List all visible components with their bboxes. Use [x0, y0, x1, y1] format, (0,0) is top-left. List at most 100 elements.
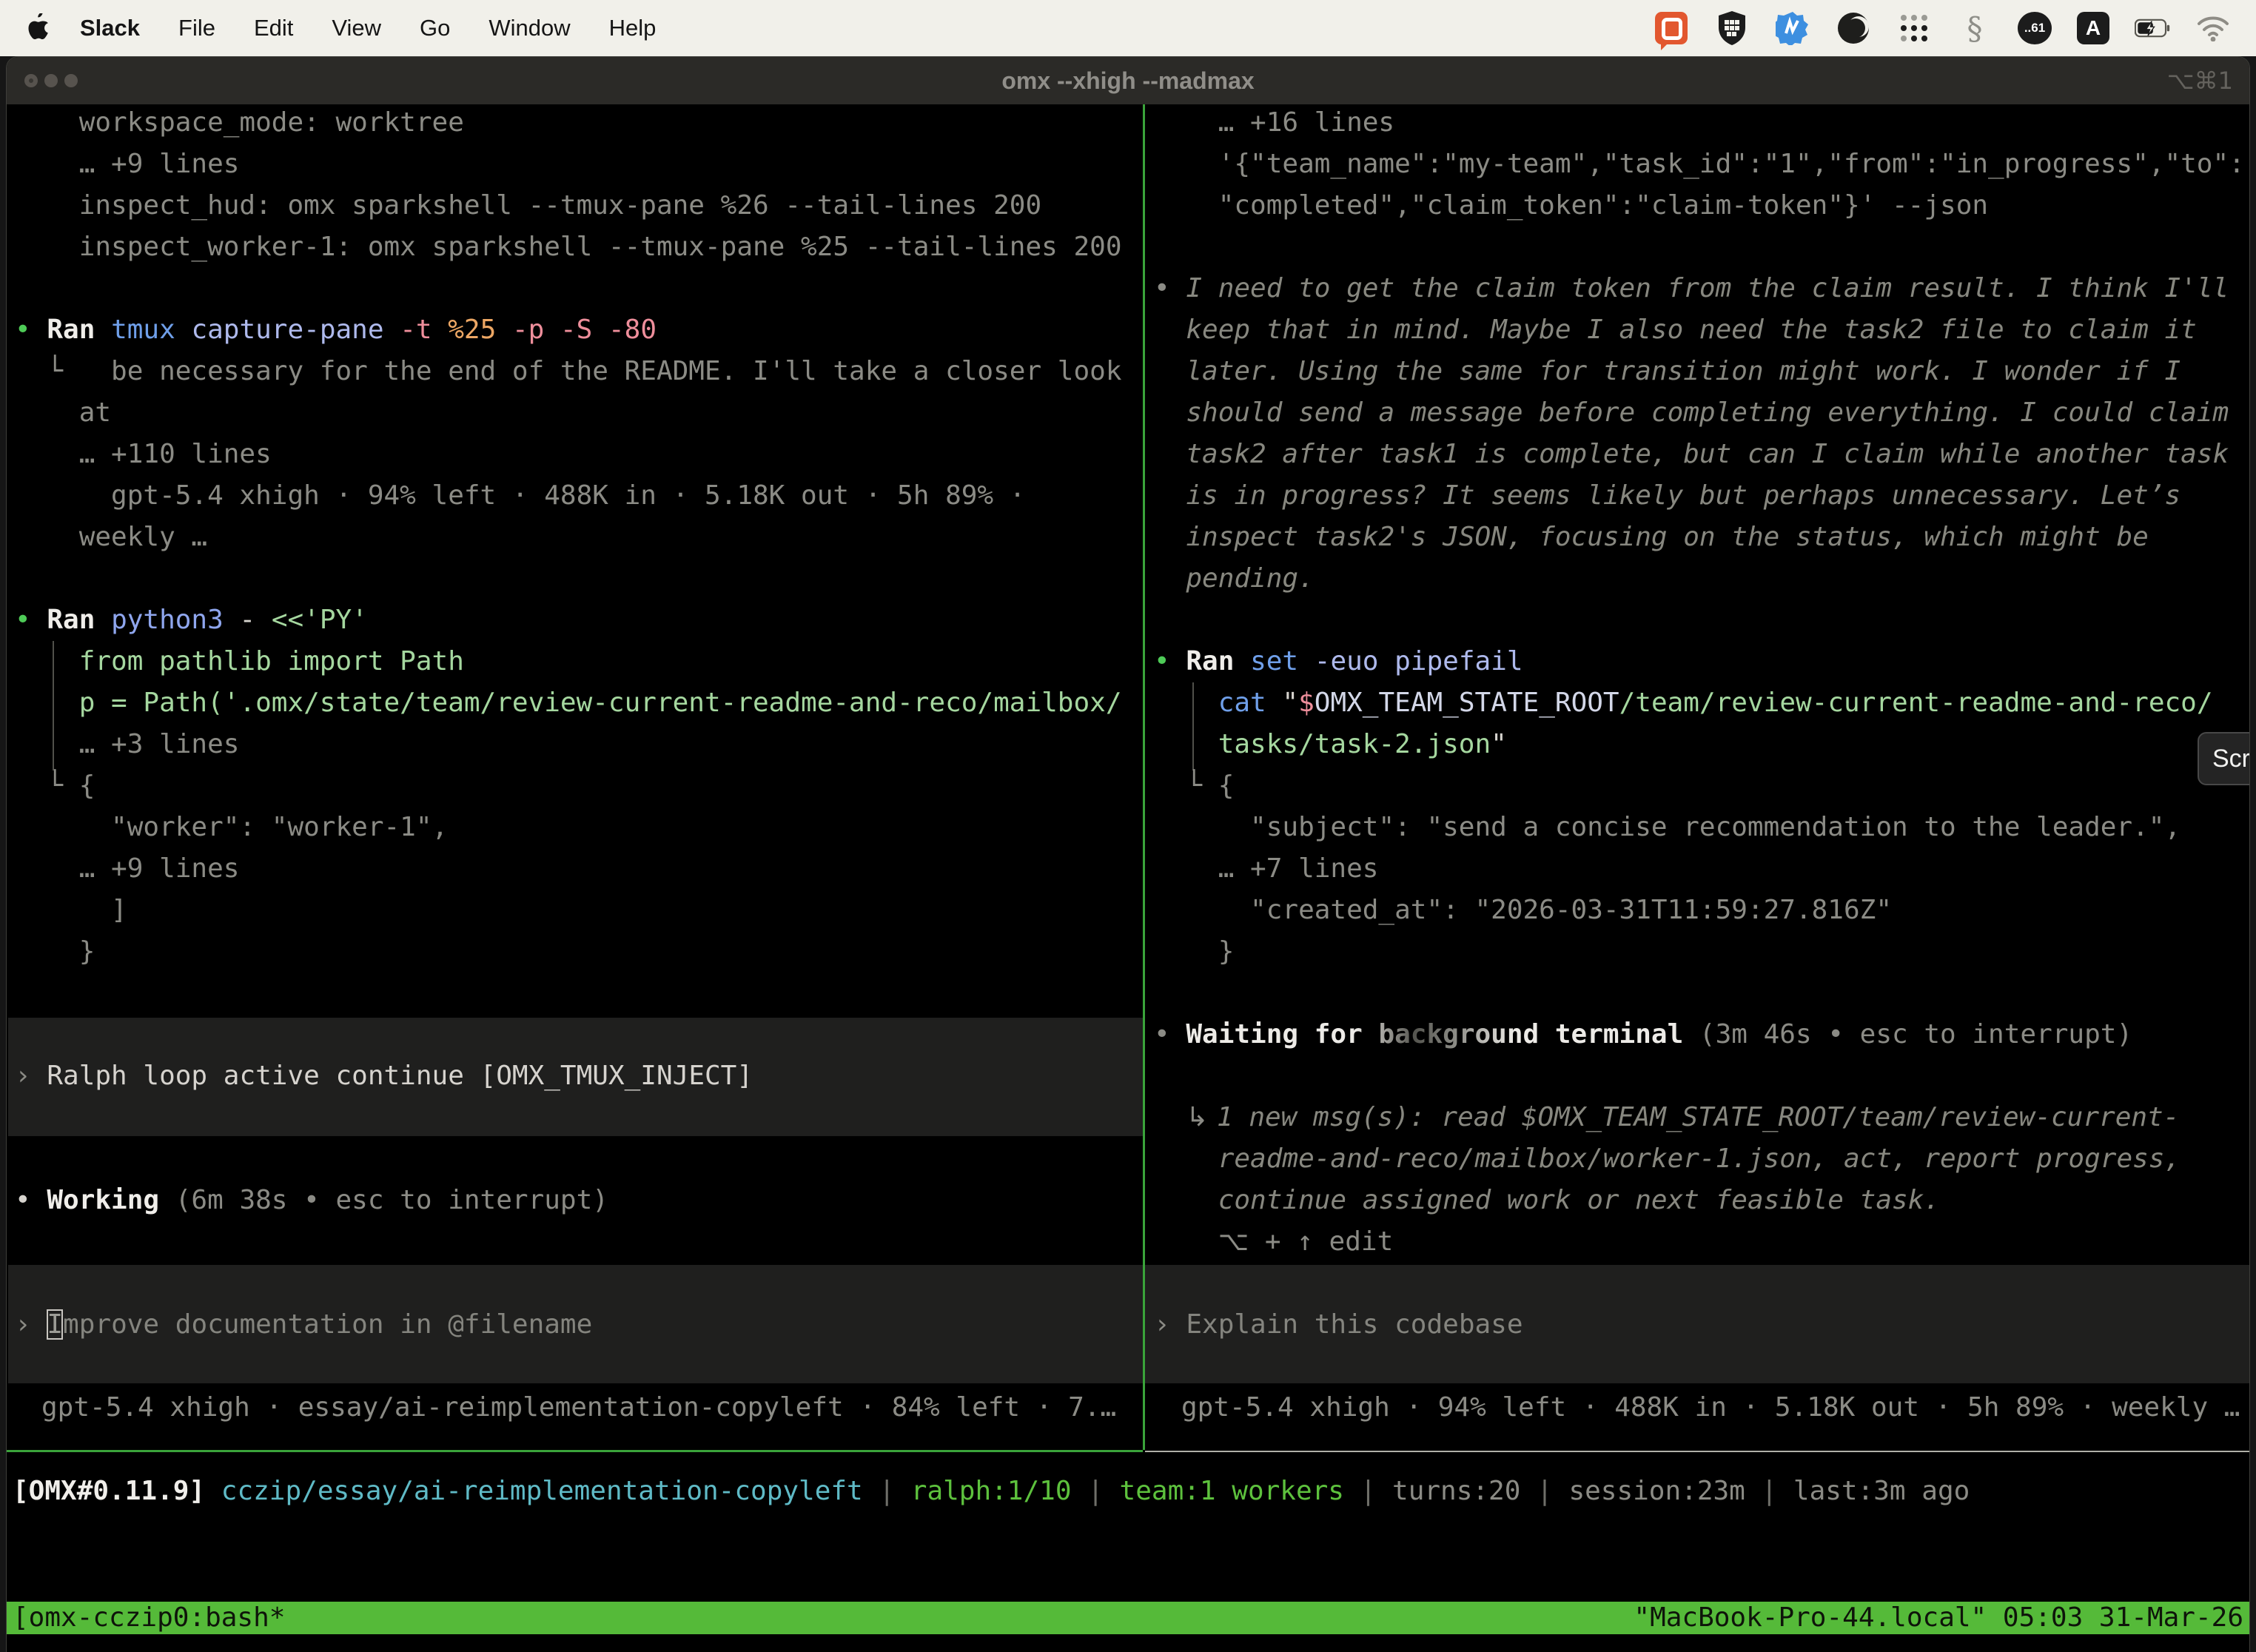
terminal-line: └ be necessary for the end of the README…: [15, 351, 1122, 392]
text-segment: Ralph loop active continue [OMX_TMUX_INJ…: [47, 1061, 753, 1091]
pane-divider-vertical[interactable]: [1143, 104, 1145, 1450]
prompt-input-line[interactable]: › Explain this codebase: [1154, 1304, 1523, 1346]
text-segment: inspect task2's JSON, focusing on the st…: [1186, 522, 2148, 552]
terminal-line: workspace_mode: worktree: [15, 104, 464, 144]
terminal-line: inspect_hud: omx sparkshell --tmux-pane …: [15, 185, 1041, 226]
minimize-button[interactable]: [44, 74, 58, 87]
chat-bubble-icon[interactable]: [1654, 10, 1689, 46]
menu-item-help[interactable]: Help: [609, 15, 657, 41]
text-segment: /team/review-current-readme-and-reco/: [1619, 688, 2213, 718]
terminal-line: • Ran tmux capture-pane -t %25 -p -S -80: [15, 309, 657, 351]
terminal-line: '{"team_name":"my-team","task_id":"1","f…: [1154, 144, 2245, 185]
crescent-circle-icon[interactable]: [1836, 10, 1871, 46]
terminal-content: workspace_mode: worktree … +9 lines insp…: [7, 104, 2249, 1652]
input-placeholder: Explain this codebase: [1186, 1309, 1523, 1340]
active-app-name[interactable]: Slack: [80, 15, 140, 41]
text-segment: is in progress? It seems likely but perh…: [1186, 480, 2181, 511]
text-segment: [1154, 1102, 1186, 1132]
pane-divider-horizontal-right[interactable]: [1145, 1451, 2249, 1452]
terminal-line: }: [15, 931, 95, 973]
text-segment: ralph:1/10: [911, 1476, 1072, 1506]
text-segment: [1154, 397, 1186, 428]
text-segment: [1154, 688, 1218, 718]
text-segment: continue assigned work or next feasible …: [1218, 1185, 1940, 1215]
text-segment: 1 new msg(s): read $OMX_TEAM_STATE_ROOT/…: [1217, 1102, 2179, 1132]
menu-item-edit[interactable]: Edit: [254, 15, 293, 41]
terminal-line: … +9 lines: [15, 144, 239, 185]
text-segment: turns:20: [1392, 1476, 1520, 1506]
text-segment: + ↑ edit: [1249, 1226, 1393, 1257]
window-title-bar[interactable]: omx --xhigh --madmax ⌥⌘1: [7, 57, 2249, 104]
text-segment: [1154, 480, 1186, 511]
tmux-session-label[interactable]: [omx-cczip0:bash*: [13, 1602, 285, 1634]
terminal-line: … +3 lines: [15, 724, 239, 765]
terminal-line: cat "$OMX_TEAM_STATE_ROOT/team/review-cu…: [1154, 682, 2213, 724]
window-title: omx --xhigh --madmax: [7, 57, 2249, 104]
terminal-window: omx --xhigh --madmax ⌥⌘1 workspace_mode:…: [6, 56, 2250, 1652]
text-segment: '{"team_name":"my-team","task_id":"1","f…: [1154, 149, 2245, 179]
zoom-button[interactable]: [64, 74, 78, 87]
menu-item-file[interactable]: File: [178, 15, 215, 41]
screen-tooltip: Scre: [2198, 732, 2249, 785]
text-segment: ": [1491, 729, 1507, 759]
close-button[interactable]: [24, 74, 38, 87]
apple-icon[interactable]: [25, 13, 50, 43]
terminal-line: is in progress? It seems likely but perh…: [1154, 475, 2181, 517]
text-segment: [1154, 315, 1186, 345]
text-segment: %25: [448, 315, 512, 345]
terminal-line: readme-and-reco/mailbox/worker-1.json, a…: [1154, 1138, 2181, 1180]
text-segment: -euo pipefail: [1315, 646, 1523, 676]
text-segment: "created_at": "2026-03-31T11:59:27.816Z": [1154, 895, 1892, 925]
badge-61-icon[interactable]: ..61: [2018, 12, 2052, 44]
text-segment: Ran: [47, 605, 111, 635]
text-segment: -p -S -80: [512, 315, 657, 345]
session-status-line: gpt-5.4 xhigh · 94% left · 488K in · 5.1…: [1181, 1387, 2240, 1428]
text-segment: }: [15, 936, 95, 967]
text-segment: •: [15, 1185, 47, 1215]
text-segment: … +9 lines: [15, 853, 239, 884]
text-segment: -t: [400, 315, 448, 345]
dots-grid-icon[interactable]: [1896, 10, 1932, 46]
blue-bolt-icon[interactable]: [1775, 10, 1810, 46]
text-segment: |: [1344, 1476, 1392, 1506]
menu-item-go[interactable]: Go: [420, 15, 450, 41]
text-segment: from pathlib import Path: [15, 646, 464, 676]
text-segment: [1154, 356, 1186, 386]
text-segment: last:3m ago: [1793, 1476, 1970, 1506]
terminal-line: "worker": "worker-1",: [15, 807, 448, 848]
text-segment: p = Path('.omx/state/team/review-current…: [15, 688, 1122, 718]
text-segment: └ {: [1154, 770, 1234, 801]
text-segment: ]: [15, 895, 127, 925]
text-cursor: I: [47, 1309, 63, 1340]
menu-item-window[interactable]: Window: [489, 15, 570, 41]
terminal-line: should send a message before completing …: [1154, 392, 2229, 434]
terminal-line: task2 after task1 is complete, but can I…: [1154, 434, 2229, 475]
text-segment: inspect_hud: omx sparkshell --tmux-pane …: [15, 190, 1041, 221]
terminal-line: later. Using the same for transition mig…: [1154, 351, 2181, 392]
text-segment: }: [1154, 936, 1234, 967]
terminal-line: • Ran python3 - <<'PY': [15, 600, 368, 641]
text-segment: … +9 lines: [15, 149, 239, 179]
text-segment: •: [1154, 273, 1186, 303]
text-segment: keep that in mind. Maybe I also need the…: [1186, 315, 2196, 345]
terminal-line: • Ran set -euo pipefail: [1154, 641, 1523, 682]
menu-item-view[interactable]: View: [332, 15, 381, 41]
letter-a-icon[interactable]: A: [2077, 12, 2109, 44]
edit-hint-line: ⌥ + ↑ edit: [1154, 1221, 1393, 1263]
text-segment: team:1 workers: [1120, 1476, 1344, 1506]
battery-icon[interactable]: [2135, 10, 2170, 46]
text-segment: tasks/task-2.json: [1218, 729, 1491, 759]
squiggle-icon[interactable]: §: [1957, 10, 1993, 46]
text-segment: [205, 1476, 221, 1506]
terminal-line: weekly …: [15, 517, 207, 558]
text-segment: gpt-5.4 xhigh · 94% left · 488K in · 5.1…: [1181, 1392, 2240, 1423]
prompt-input-line[interactable]: › Improve documentation in @filename: [15, 1304, 592, 1346]
pane-divider-horizontal-left[interactable]: [7, 1450, 1143, 1452]
terminal-line: continue assigned work or next feasible …: [1154, 1180, 1940, 1221]
shield-grid-icon[interactable]: [1714, 10, 1750, 46]
text-segment: •: [15, 605, 47, 635]
text-segment: readme-and-reco/mailbox/worker-1.json, a…: [1218, 1144, 2181, 1174]
text-segment: [1154, 439, 1186, 469]
text-segment: ›: [1154, 1309, 1186, 1340]
wifi-icon[interactable]: [2195, 10, 2231, 46]
